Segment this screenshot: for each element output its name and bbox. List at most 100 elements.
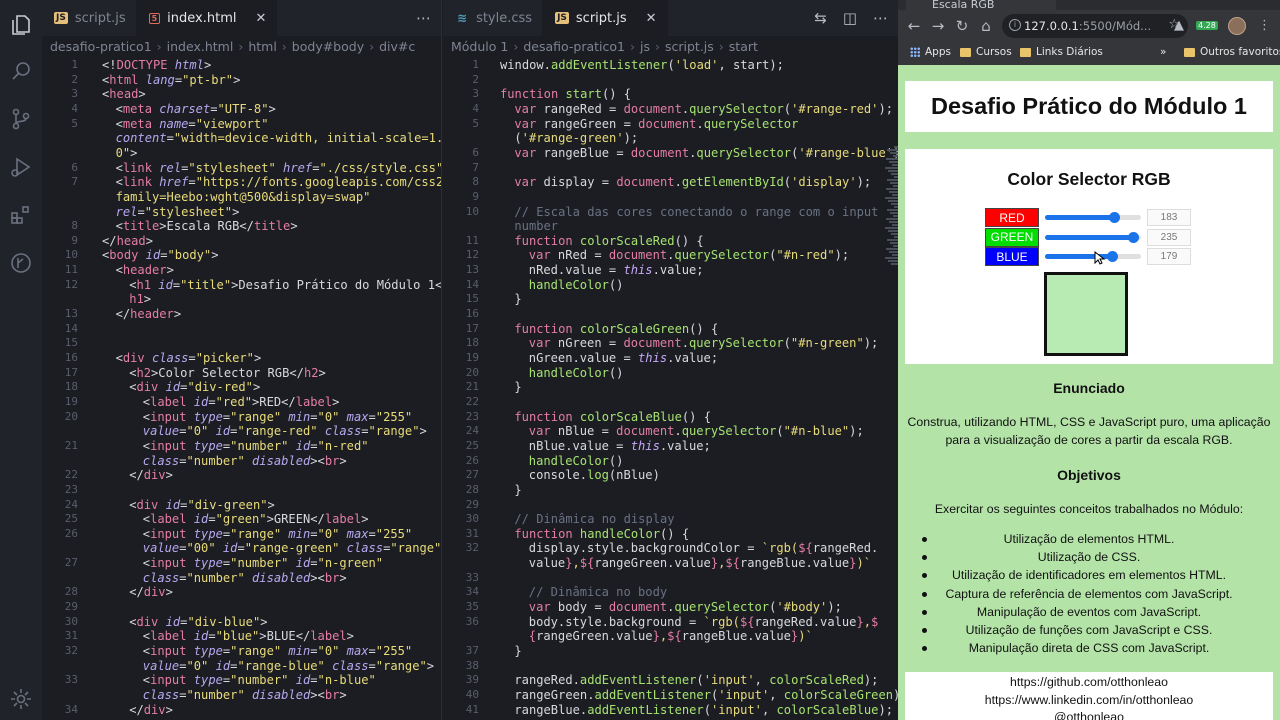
bookmark-outros-favoritos[interactable]: Outros favoritos [1184, 46, 1280, 58]
number-green: 235 [1147, 228, 1191, 246]
extension-icon[interactable]: ▲ [1174, 18, 1184, 33]
code-token: colorScaleGreen [783, 687, 894, 702]
line-number [42, 146, 78, 161]
code-token: = [166, 131, 174, 146]
breadcrumb-item[interactable]: js [640, 39, 650, 54]
range-thumb[interactable] [1128, 231, 1140, 243]
breadcrumb-item[interactable]: html [248, 39, 276, 54]
code-token: class [142, 453, 180, 468]
code-token: input [150, 673, 187, 688]
browser-tab[interactable]: Escala RGB [906, 0, 1056, 11]
bookmark-cursos[interactable]: Cursos [960, 46, 1012, 58]
code-token: id [288, 673, 311, 688]
back-arrow-icon[interactable]: ← [902, 17, 926, 35]
code-token: "range-red" [237, 424, 318, 439]
address-bar[interactable]: i 127.0.0.1:5500/Mód... ☆ [1002, 14, 1188, 38]
bookmark-links-diarios[interactable]: Links Diários [1020, 46, 1103, 58]
line-number: 33 [465, 570, 479, 584]
code-token: `rgb( [761, 541, 799, 556]
code-token: = [310, 526, 318, 541]
code-line: <input type="number" id="n-green" [143, 556, 383, 571]
bookmarks-bar: Apps Cursos Links Diários » Outros favor… [898, 42, 1280, 65]
editor-actions-right: ⇆ ◫ ⋯ [814, 0, 888, 36]
code-token: colorScaleRed [572, 233, 675, 248]
bookmark-apps[interactable]: Apps [910, 46, 951, 58]
code-token: = [188, 351, 196, 365]
extensions-icon[interactable] [6, 200, 36, 230]
source-control-icon[interactable] [6, 104, 36, 134]
range-thumb[interactable] [1107, 251, 1119, 262]
extension-badge[interactable]: 4.28 [1196, 21, 1218, 30]
range-blue[interactable] [1045, 254, 1141, 259]
tab-style-css[interactable]: ≋ style.css [443, 0, 544, 36]
range-red[interactable] [1045, 215, 1141, 220]
breadcrumb-item[interactable]: start [729, 39, 758, 54]
code-token: > [267, 497, 275, 512]
line-number: 24 [64, 497, 78, 511]
code-line: <!DOCTYPE html> [102, 58, 211, 73]
site-info-icon[interactable]: i [1009, 19, 1021, 31]
code-token: ${ [798, 541, 813, 556]
code-line: rangeRed.addEventListener('input', color… [514, 673, 878, 688]
github-link[interactable]: https://github.com/otthonleao [905, 672, 1273, 692]
browser-menu-icon[interactable]: ⋮ [1258, 18, 1271, 33]
search-icon[interactable] [6, 56, 36, 86]
breadcrumb-item[interactable]: Módulo 1 [451, 39, 508, 54]
compare-changes-icon[interactable]: ⇆ [814, 9, 827, 27]
linkedin-link[interactable]: https://www.linkedin.com/in/otthonleao [905, 692, 1273, 710]
close-tab-icon[interactable]: ✕ [255, 11, 266, 26]
forward-arrow-icon[interactable]: → [926, 17, 950, 35]
code-token: colorScaleBlue [572, 409, 682, 424]
code-token: h1 [129, 292, 144, 307]
range-thumb[interactable] [1108, 212, 1120, 223]
code-line: var display = document.getElementById('d… [514, 175, 871, 190]
breadcrumb-separator: › [655, 38, 660, 54]
run-debug-icon[interactable] [6, 152, 36, 182]
code-line: content="width=device-width, initial-sca… [116, 131, 441, 146]
code-area-html[interactable]: 1 <!DOCTYPE html> 2 <html lang="pt-br"> 3 <he… [42, 56, 441, 720]
more-actions-icon[interactable]: ⋯ [416, 9, 431, 27]
code-token: < [142, 673, 151, 688]
code-token: var [528, 424, 551, 439]
breadcrumb-item[interactable]: desafio-pratico1 [523, 39, 625, 54]
tab-index-html[interactable]: 5 index.html ✕ [136, 0, 278, 36]
bookmarks-overflow[interactable]: » [1160, 46, 1166, 58]
code-token: > [165, 702, 173, 717]
code-area-js[interactable]: 1 window.addEventListener('load', start);… [443, 56, 898, 720]
git-graph-icon[interactable] [6, 248, 36, 278]
minimap-line [890, 152, 898, 154]
code-token: > [339, 687, 347, 702]
breadcrumb-item[interactable]: index.html [167, 39, 234, 54]
minimap-line [888, 260, 898, 262]
breadcrumb-item[interactable]: script.js [665, 39, 714, 54]
settings-gear-icon[interactable] [6, 684, 36, 714]
code-token: > [211, 248, 219, 263]
close-tab-icon[interactable]: ✕ [646, 11, 657, 26]
explorer-icon[interactable] [6, 10, 36, 40]
list-item-text: Captura de referência de elementos com J… [945, 586, 1233, 601]
breadcrumb-item[interactable]: body#body [292, 39, 364, 54]
code-token: rangeRed.value [754, 614, 857, 629]
tab-script-js-left[interactable]: JS script.js [42, 0, 137, 36]
avatar[interactable] [1228, 17, 1246, 35]
code-line: <html lang="pt-br"> [102, 73, 240, 88]
code-line: h1> [129, 292, 151, 307]
code-token: = [208, 394, 216, 409]
code-line: <div id="div-red"> [129, 380, 260, 395]
code-token: , [863, 614, 872, 629]
minimap-line [886, 218, 898, 220]
breadcrumb-item[interactable]: desafio-pratico1 [50, 39, 152, 54]
code-line: <head> [102, 87, 146, 102]
split-editor-icon[interactable]: ◫ [843, 9, 857, 27]
code-token: value [142, 541, 180, 556]
folder-icon [1020, 47, 1031, 57]
line-number: 39 [465, 673, 479, 687]
breadcrumb-item[interactable]: div#c [379, 39, 415, 54]
range-green[interactable] [1045, 234, 1141, 240]
reload-icon[interactable]: ↻ [950, 17, 974, 35]
tab-script-js-right[interactable]: JS script.js ✕ [543, 0, 668, 36]
more-actions-icon[interactable]: ⋯ [873, 9, 888, 27]
code-token: html [109, 72, 139, 87]
code-token: document [623, 101, 682, 116]
home-icon[interactable]: ⌂ [974, 17, 998, 35]
